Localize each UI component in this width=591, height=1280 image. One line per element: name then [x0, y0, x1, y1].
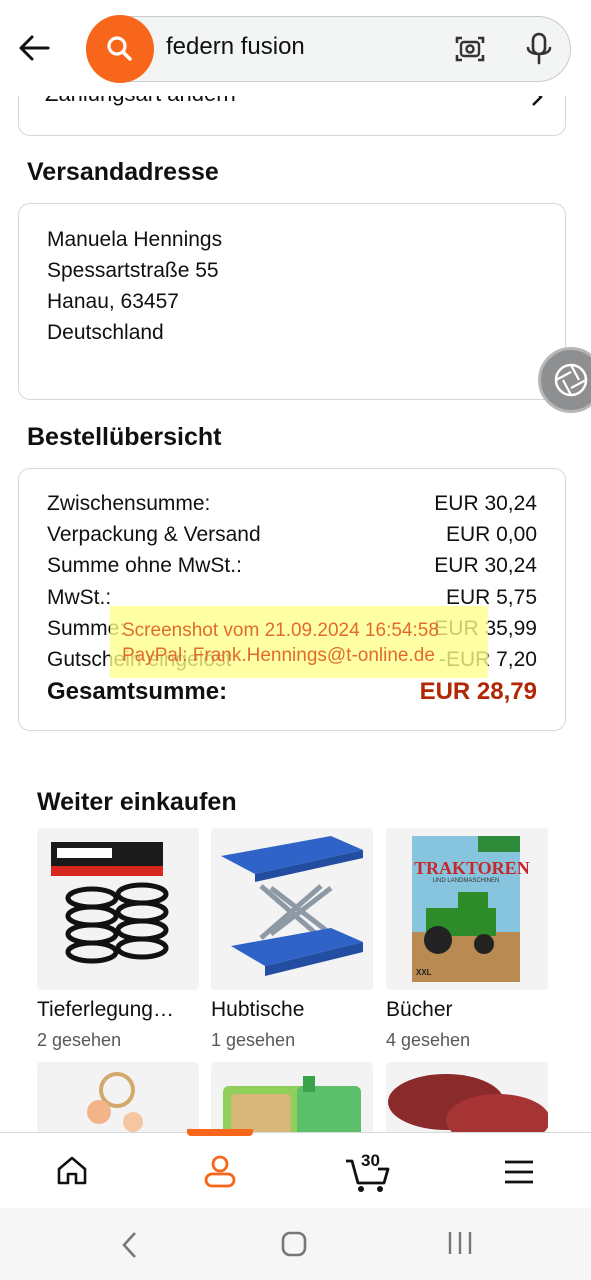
summary-row-value: EUR 0,00 [445, 523, 537, 546]
product-seen-count: 2 gesehen [37, 1030, 122, 1050]
active-tab-indicator [187, 1129, 253, 1136]
system-recents-icon[interactable] [446, 1230, 474, 1256]
search-input[interactable]: federn fusion [166, 33, 305, 61]
coil-springs-image [51, 842, 169, 964]
order-summary-card: Zwischensumme: EUR 30,24 Verpackung & Ve… [18, 468, 566, 731]
address-country: Deutschland [47, 321, 164, 344]
menu-icon[interactable] [503, 1159, 535, 1185]
book-badge: XXL [416, 968, 432, 977]
screenshot-shutter-button[interactable] [538, 347, 591, 413]
address-street: Spessartstraße 55 [47, 259, 219, 282]
product-tile-lift-table[interactable] [211, 828, 373, 990]
summary-row: Zwischensumme: EUR 30,24 [47, 492, 537, 516]
bottom-navigation: 30 [0, 1129, 591, 1208]
summary-row-label: Verpackung & Versand [47, 523, 261, 546]
summary-row-value: EUR 30,24 [434, 554, 537, 577]
account-icon[interactable] [203, 1153, 237, 1189]
camera-lens-icon[interactable] [454, 33, 486, 65]
book-cover-image: XXL [412, 836, 520, 982]
cart-count-badge: 30 [361, 1151, 380, 1170]
search-icon [107, 36, 132, 61]
summary-row: Summe ohne MwSt.: EUR 30,24 [47, 554, 537, 578]
product-label[interactable]: Hubtische [211, 998, 304, 1022]
product-seen-count: 1 gesehen [211, 1030, 296, 1050]
address-city: Hanau, 63457 [47, 290, 179, 313]
summary-row-label: Summe ohne MwSt.: [47, 554, 242, 577]
total-label: Gesamtsumme: [47, 678, 228, 705]
microphone-icon[interactable] [524, 32, 554, 66]
address-name: Manuela Hennings [47, 228, 223, 251]
continue-shopping-title: Weiter einkaufen [37, 788, 237, 816]
book-title: TRAKTOREN [414, 858, 530, 878]
summary-row-label: Zwischensumme: [47, 492, 211, 515]
summary-row-value: EUR 30,24 [434, 492, 537, 515]
order-summary-title: Bestellübersicht [27, 423, 222, 451]
shipping-address-card: Manuela Hennings Spessartstraße 55 Hanau… [18, 203, 566, 400]
watermark-overlay [110, 606, 488, 678]
book-subtitle: UND LANDMASCHINEN [432, 878, 500, 884]
product-tile-books[interactable]: XXL TRAKTOREN UND LANDMASCHINEN [386, 828, 548, 990]
watermark-line-1: Screenshot vom 21.09.2024 16:54:58 [122, 620, 439, 641]
total-value: EUR 28,79 [419, 678, 537, 705]
aperture-icon [554, 363, 588, 397]
watermark-line-2: PayPal: Frank.Hennings@t-online.de [122, 645, 435, 666]
search-box[interactable] [86, 16, 571, 82]
summary-row: Verpackung & Versand EUR 0,00 [47, 523, 537, 547]
lab-jack-image [221, 836, 363, 976]
top-bar: federn fusion [0, 0, 591, 96]
system-home-icon[interactable] [280, 1230, 308, 1258]
home-icon[interactable] [55, 1153, 89, 1187]
system-back-icon[interactable] [118, 1230, 140, 1260]
product-tile-springs[interactable] [37, 828, 199, 990]
shipping-title: Versandadresse [27, 158, 219, 186]
summary-row-label: MwSt.: [47, 586, 112, 609]
product-label[interactable]: Tieferlegung… [37, 998, 174, 1022]
total-row: Gesamtsumme: EUR 28,79 [47, 678, 537, 706]
product-seen-count: 4 gesehen [386, 1030, 471, 1050]
back-arrow-icon[interactable] [16, 30, 52, 66]
product-label[interactable]: Bücher [386, 998, 453, 1022]
system-navigation-bar [0, 1208, 591, 1280]
search-button[interactable] [86, 15, 154, 83]
